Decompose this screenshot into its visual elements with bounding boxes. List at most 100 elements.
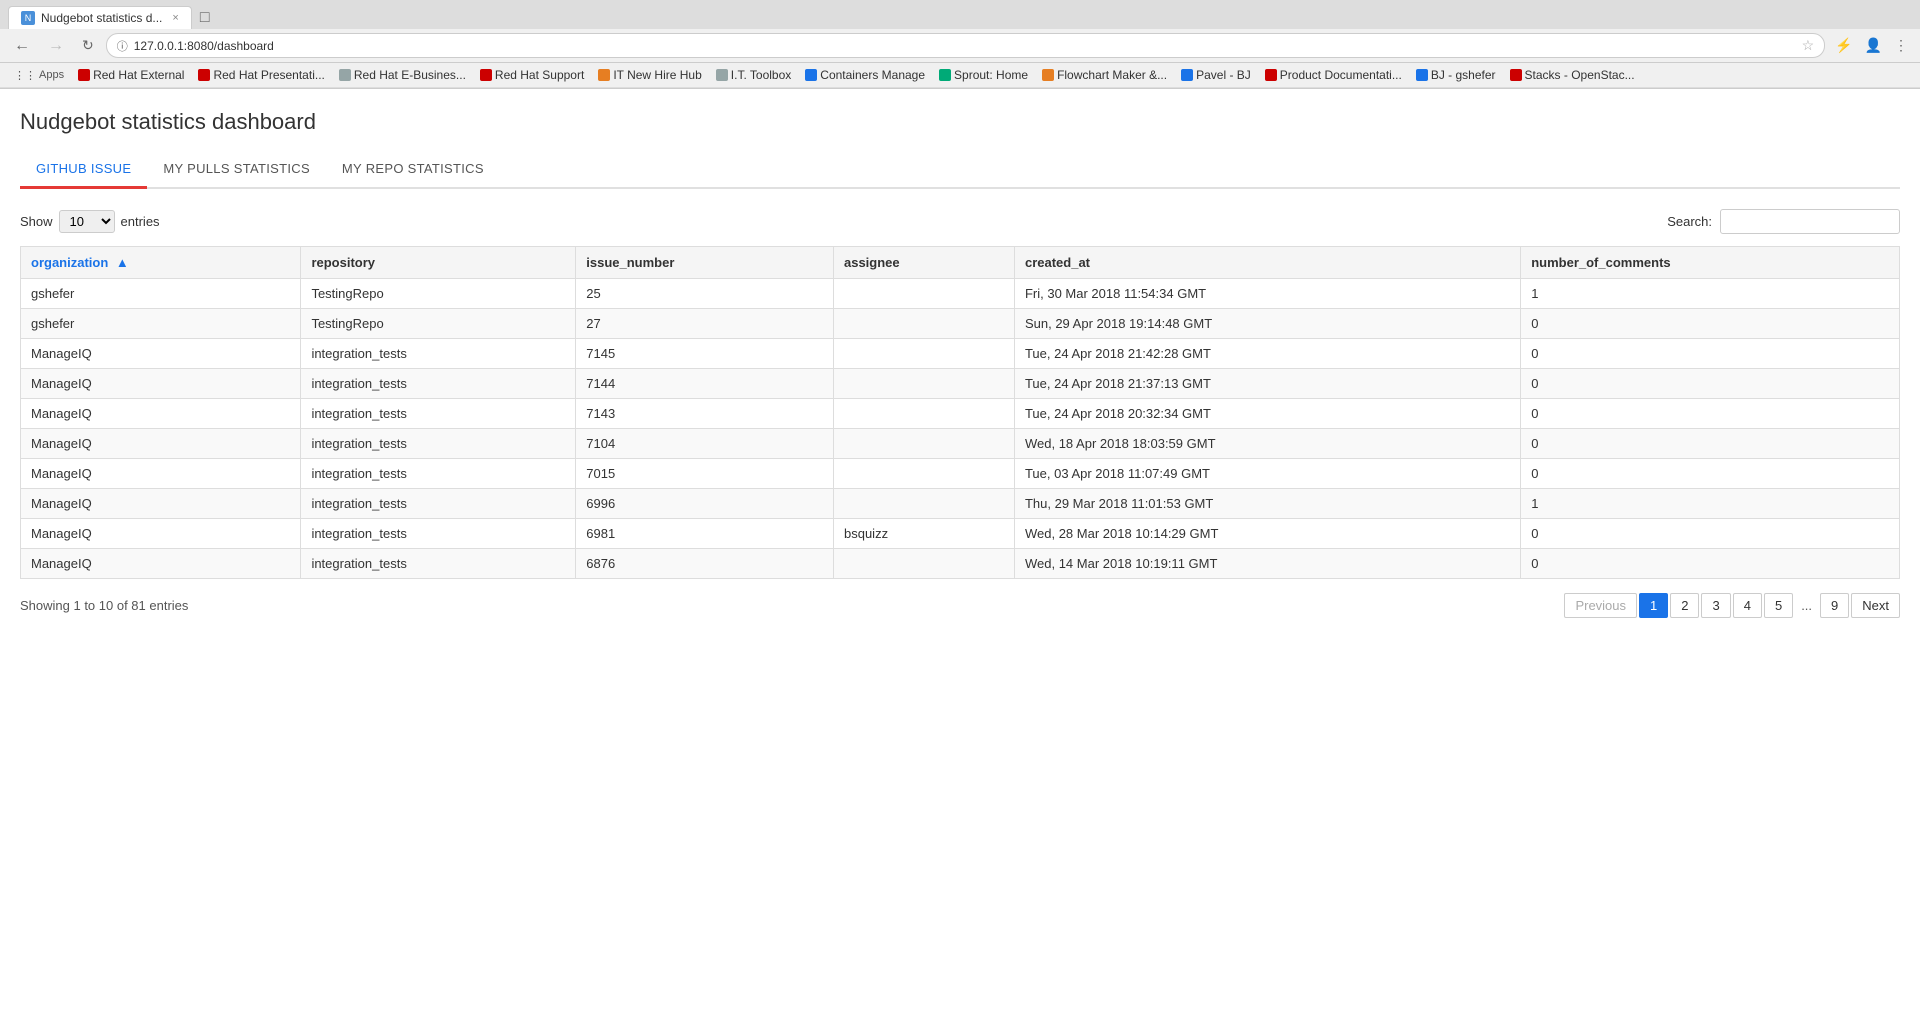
table-footer: Showing 1 to 10 of 81 entries Previous 1… <box>20 593 1900 618</box>
menu-button[interactable]: ⋮ <box>1890 35 1912 56</box>
next-button[interactable]: Next <box>1851 593 1900 618</box>
cell-issue_number: 6981 <box>576 519 834 549</box>
table-row: ManageIQintegration_tests6996Thu, 29 Mar… <box>21 489 1900 519</box>
table-row: ManageIQintegration_tests7145Tue, 24 Apr… <box>21 339 1900 369</box>
tab-bar: N Nudgebot statistics d... × □ <box>0 0 1920 29</box>
cell-organization: ManageIQ <box>21 459 301 489</box>
entries-label: entries <box>121 214 160 229</box>
col-header-created-at[interactable]: created_at <box>1014 247 1520 279</box>
bookmark-favicon <box>1042 69 1054 81</box>
bookmark-sprout-home[interactable]: Sprout: Home <box>933 66 1034 84</box>
col-header-assignee[interactable]: assignee <box>833 247 1014 279</box>
bookmark-red-support[interactable]: Red Hat Support <box>474 66 590 84</box>
entries-select[interactable]: 10 25 50 100 <box>59 210 115 233</box>
tab-close-button[interactable]: × <box>172 12 178 24</box>
address-bar[interactable]: ⓘ 127.0.0.1:8080/dashboard ☆ <box>106 33 1825 58</box>
browser-tab-active[interactable]: N Nudgebot statistics d... × <box>8 6 192 29</box>
cell-repository: TestingRepo <box>301 279 576 309</box>
search-control: Search: <box>1667 209 1900 234</box>
bookmark-apps[interactable]: ⋮⋮ Apps <box>8 67 70 84</box>
cell-issue_number: 7145 <box>576 339 834 369</box>
cell-repository: integration_tests <box>301 459 576 489</box>
page-button-2[interactable]: 2 <box>1670 593 1699 618</box>
col-label-issue-number: issue_number <box>586 255 674 270</box>
cell-number_of_comments: 0 <box>1521 399 1900 429</box>
table-row: ManageIQintegration_tests6981bsquizzWed,… <box>21 519 1900 549</box>
cell-organization: ManageIQ <box>21 489 301 519</box>
cell-repository: integration_tests <box>301 399 576 429</box>
extensions-button[interactable]: ⚡ <box>1831 35 1856 56</box>
bookmark-favicon <box>480 69 492 81</box>
bookmark-favicon <box>198 69 210 81</box>
col-header-organization[interactable]: organization ▲ <box>21 247 301 279</box>
table-row: ManageIQintegration_tests6876Wed, 14 Mar… <box>21 549 1900 579</box>
col-label-organization: organization <box>31 255 108 270</box>
bookmark-it-new-hire[interactable]: IT New Hire Hub <box>592 66 707 84</box>
cell-repository: integration_tests <box>301 339 576 369</box>
page-button-3[interactable]: 3 <box>1701 593 1730 618</box>
address-text: 127.0.0.1:8080/dashboard <box>134 39 1796 53</box>
col-header-repository[interactable]: repository <box>301 247 576 279</box>
tab-my-repo[interactable]: MY REPO STATISTICS <box>326 151 500 189</box>
bookmark-product-docs[interactable]: Product Documentati... <box>1259 66 1408 84</box>
cell-created_at: Fri, 30 Mar 2018 11:54:34 GMT <box>1014 279 1520 309</box>
table-controls: Show 10 25 50 100 entries Search: <box>20 209 1900 234</box>
cell-assignee: bsquizz <box>833 519 1014 549</box>
tab-my-pulls[interactable]: MY PULLS STATISTICS <box>147 151 326 189</box>
page-button-1[interactable]: 1 <box>1639 593 1668 618</box>
cell-created_at: Tue, 24 Apr 2018 21:37:13 GMT <box>1014 369 1520 399</box>
cell-issue_number: 25 <box>576 279 834 309</box>
back-button[interactable]: ← <box>8 35 36 57</box>
page-button-9[interactable]: 9 <box>1820 593 1849 618</box>
bookmark-it-toolbox[interactable]: I.T. Toolbox <box>710 66 797 84</box>
bookmark-red-business[interactable]: Red Hat E-Busines... <box>333 66 472 84</box>
bookmark-red-presentation[interactable]: Red Hat Presentati... <box>192 66 330 84</box>
bookmark-favicon <box>1510 69 1522 81</box>
col-header-issue-number[interactable]: issue_number <box>576 247 834 279</box>
cell-organization: ManageIQ <box>21 399 301 429</box>
col-label-repository: repository <box>311 255 375 270</box>
search-input[interactable] <box>1720 209 1900 234</box>
forward-button[interactable]: → <box>42 35 70 57</box>
bookmark-red-external[interactable]: Red Hat External <box>72 66 190 84</box>
bookmark-pavel[interactable]: Pavel - BJ <box>1175 66 1257 84</box>
col-label-created-at: created_at <box>1025 255 1090 270</box>
col-header-num-comments[interactable]: number_of_comments <box>1521 247 1900 279</box>
cell-number_of_comments: 0 <box>1521 339 1900 369</box>
lock-icon: ⓘ <box>117 38 128 54</box>
profile-button[interactable]: 👤 <box>1861 35 1886 56</box>
cell-repository: integration_tests <box>301 489 576 519</box>
bookmark-favicon <box>1416 69 1428 81</box>
sort-arrow-up: ▲ <box>116 255 129 270</box>
cell-number_of_comments: 0 <box>1521 459 1900 489</box>
page-button-5[interactable]: 5 <box>1764 593 1793 618</box>
search-label: Search: <box>1667 214 1712 229</box>
cell-organization: gshefer <box>21 279 301 309</box>
bookmark-bj-gshefer[interactable]: BJ - gshefer <box>1410 66 1502 84</box>
cell-issue_number: 6876 <box>576 549 834 579</box>
bookmark-favicon <box>939 69 951 81</box>
show-entries-control: Show 10 25 50 100 entries <box>20 210 160 233</box>
table-body: gsheferTestingRepo25 Fri, 30 Mar 2018 11:… <box>21 279 1900 579</box>
table-row: ManageIQintegration_tests7104Wed, 18 Apr… <box>21 429 1900 459</box>
star-icon[interactable]: ☆ <box>1802 37 1815 54</box>
cell-number_of_comments: 0 <box>1521 519 1900 549</box>
reload-button[interactable]: ↻ <box>76 35 100 56</box>
cell-created_at: Tue, 03 Apr 2018 11:07:49 GMT <box>1014 459 1520 489</box>
cell-issue_number: 7143 <box>576 399 834 429</box>
cell-created_at: Sun, 29 Apr 2018 19:14:48 GMT <box>1014 309 1520 339</box>
new-tab-button[interactable]: □ <box>192 9 218 27</box>
previous-button[interactable]: Previous <box>1564 593 1637 618</box>
page-button-4[interactable]: 4 <box>1733 593 1762 618</box>
cell-assignee <box>833 279 1014 309</box>
bookmark-favicon <box>1181 69 1193 81</box>
table-row: gsheferTestingRepo25 Fri, 30 Mar 2018 11:… <box>21 279 1900 309</box>
tab-title: Nudgebot statistics d... <box>41 11 162 25</box>
page-title: Nudgebot statistics dashboard <box>20 109 1900 135</box>
cell-number_of_comments: 0 <box>1521 309 1900 339</box>
bookmark-stacks[interactable]: Stacks - OpenStac... <box>1504 66 1641 84</box>
table-row: gsheferTestingRepo27Sun, 29 Apr 2018 19:… <box>21 309 1900 339</box>
tab-github-issue[interactable]: GITHUB ISSUE <box>20 151 147 189</box>
bookmark-flowchart[interactable]: Flowchart Maker &... <box>1036 66 1173 84</box>
bookmark-containers-manage[interactable]: Containers Manage <box>799 66 931 84</box>
